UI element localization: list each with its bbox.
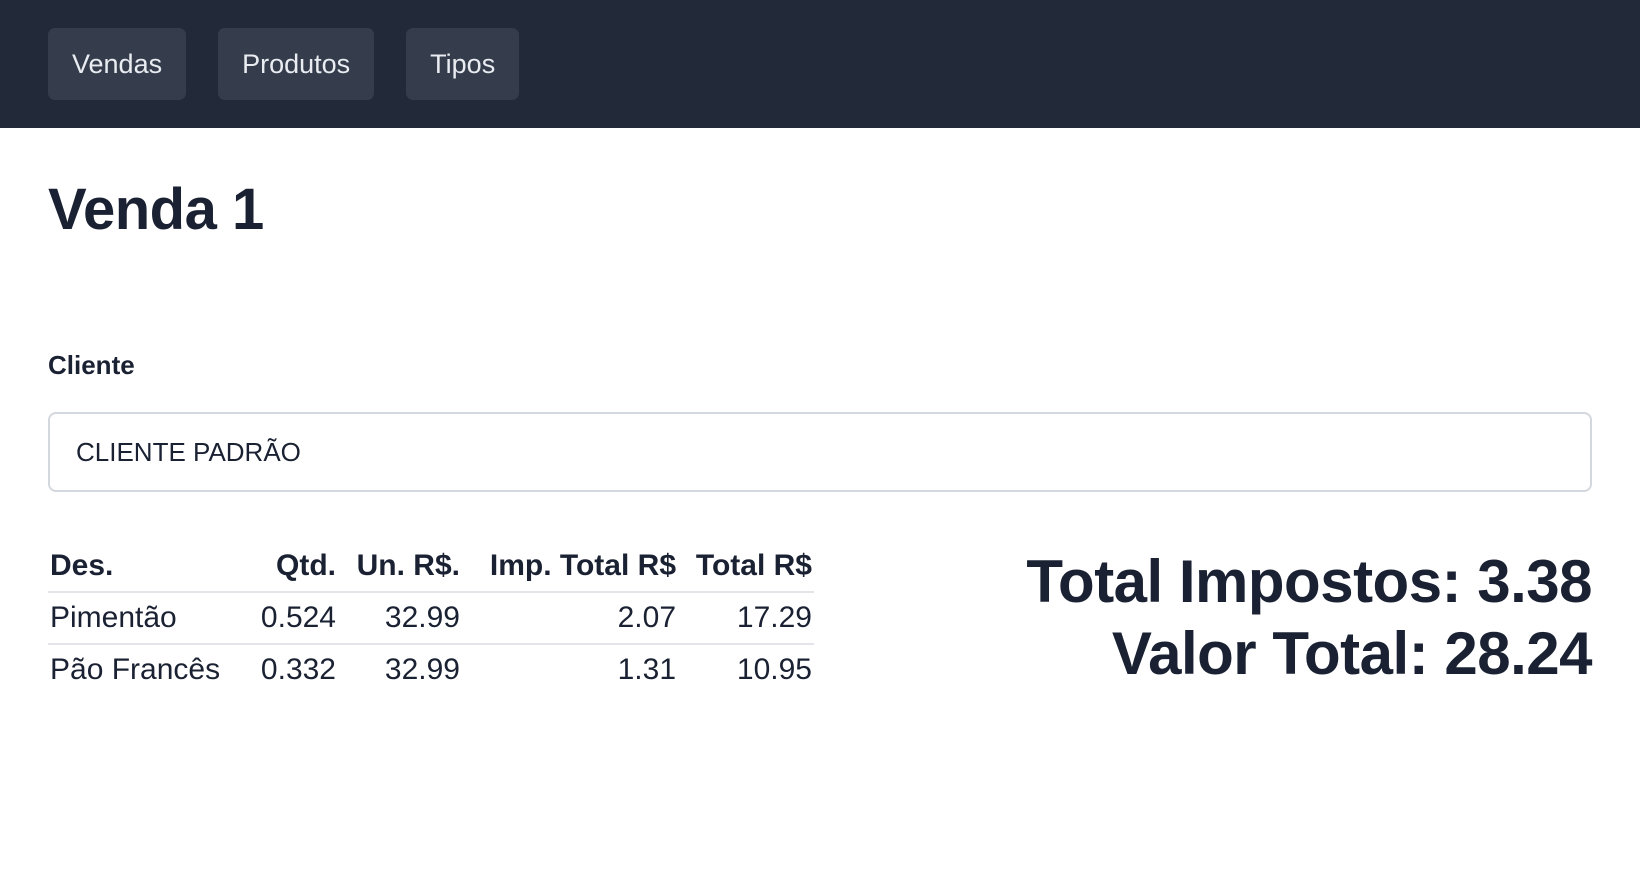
nav-tipos-button[interactable]: Tipos	[406, 28, 520, 100]
top-navigation: Vendas Produtos Tipos	[0, 0, 1640, 128]
page-title: Venda 1	[48, 177, 264, 242]
sale-totals: Total Impostos: 3.38 Valor Total: 28.24	[1026, 546, 1592, 690]
nav-vendas-button[interactable]: Vendas	[48, 28, 187, 100]
table-row: Pão Francês 0.332 32.99 1.31 10.95	[48, 644, 814, 695]
cell-description: Pimentão	[48, 592, 238, 645]
sale-items-table: Des. Qtd. Un. R$. Imp. Total R$ Total R$…	[48, 543, 814, 695]
cell-unit-price: 32.99	[384, 653, 460, 686]
header-unit-price: Un. R$.	[338, 543, 462, 593]
client-field-label: Cliente	[48, 350, 135, 380]
cell-quantity: 0.332	[260, 653, 336, 686]
cell-total: 10.95	[736, 653, 812, 686]
client-input[interactable]	[48, 412, 1592, 492]
cell-total: 17.29	[678, 592, 814, 645]
header-tax-total: Imp. Total R$	[462, 543, 678, 593]
table-row: Pimentão 0.524 32.99 2.07 17.29	[48, 592, 814, 645]
total-taxes-text: Total Impostos: 3.38	[1026, 548, 1592, 615]
header-quantity: Qtd.	[238, 543, 338, 593]
cell-unit-price: 32.99	[338, 592, 462, 645]
cell-tax-total: 2.07	[462, 592, 678, 645]
header-total: Total R$	[678, 543, 814, 593]
cell-tax-total: 1.31	[617, 653, 676, 686]
total-value-text: Valor Total: 28.24	[1111, 620, 1593, 687]
cell-description: Pão Francês	[50, 653, 221, 686]
nav-produtos-button[interactable]: Produtos	[218, 28, 375, 100]
cell-quantity: 0.524	[238, 592, 338, 645]
header-description: Des.	[48, 543, 238, 593]
table-header-row: Des. Qtd. Un. R$. Imp. Total R$ Total R$	[48, 543, 814, 593]
